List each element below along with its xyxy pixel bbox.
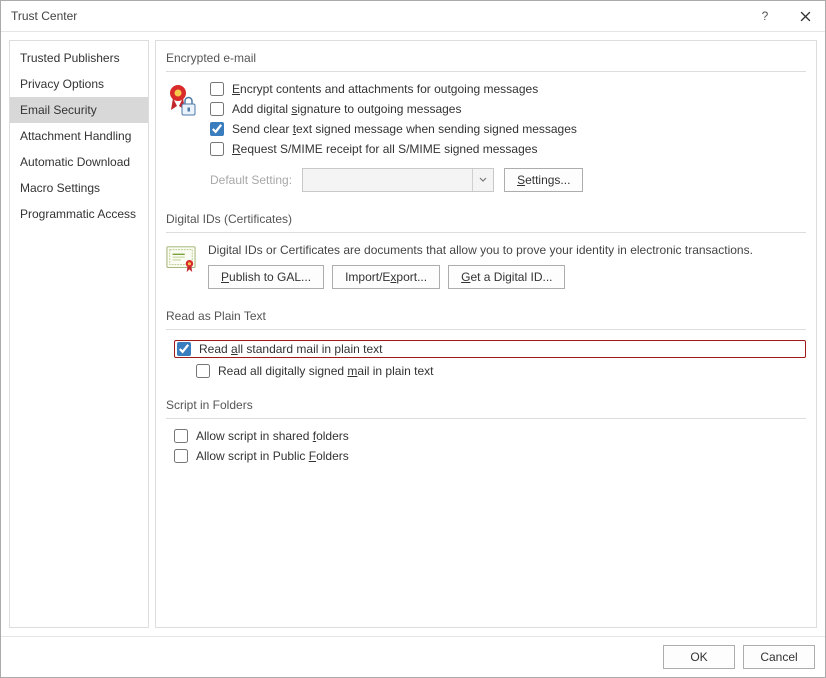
checkbox-label: Read all digitally signed mail in plain … — [218, 364, 433, 378]
section-script-folders: Script in Folders Allow script in shared… — [166, 394, 806, 463]
encrypted-options: Encrypt contents and attachments for out… — [210, 82, 806, 192]
ribbon-lock-icon — [166, 82, 196, 118]
checkbox-read-signed-plain[interactable]: Read all digitally signed mail in plain … — [196, 364, 806, 378]
sidebar-item-privacy-options[interactable]: Privacy Options — [10, 71, 148, 97]
checkbox-label: Add digital signature to outgoing messag… — [232, 102, 461, 116]
checkbox-label: Read all standard mail in plain text — [199, 342, 382, 356]
default-setting-row: Default Setting: Settings... — [210, 168, 806, 192]
close-icon — [800, 11, 811, 22]
get-digital-id-button[interactable]: Get a Digital ID... — [448, 265, 565, 289]
checkbox-label: Request S/MIME receipt for all S/MIME si… — [232, 142, 537, 156]
checkbox-input[interactable] — [210, 82, 224, 96]
checkbox-clear-text-signed[interactable]: Send clear text signed message when send… — [210, 122, 806, 136]
default-setting-combo[interactable] — [302, 168, 494, 192]
settings-button[interactable]: Settings... — [504, 168, 583, 192]
sidebar-item-attachment-handling[interactable]: Attachment Handling — [10, 123, 148, 149]
checkbox-label: Allow script in Public Folders — [196, 449, 349, 463]
checkbox-input[interactable] — [210, 142, 224, 156]
checkbox-encrypt-contents[interactable]: Encrypt contents and attachments for out… — [210, 82, 806, 96]
dialog-footer: OK Cancel — [1, 636, 825, 677]
checkbox-add-signature[interactable]: Add digital signature to outgoing messag… — [210, 102, 806, 116]
checkbox-input[interactable] — [174, 449, 188, 463]
highlight-box: Read all standard mail in plain text — [174, 340, 806, 358]
section-read-plain-text: Read as Plain Text Read all standard mai… — [166, 305, 806, 378]
help-icon: ? — [762, 9, 769, 23]
checkbox-input[interactable] — [174, 429, 188, 443]
script-options: Allow script in shared folders Allow scr… — [174, 429, 806, 463]
encrypted-row: Encrypt contents and attachments for out… — [166, 82, 806, 192]
sidebar-item-macro-settings[interactable]: Macro Settings — [10, 175, 148, 201]
help-button[interactable]: ? — [745, 1, 785, 31]
category-sidebar: Trusted Publishers Privacy Options Email… — [9, 40, 149, 628]
section-digital-ids: Digital IDs (Certificates) — [166, 208, 806, 289]
titlebar: Trust Center ? — [1, 1, 825, 32]
section-encrypted-email: Encrypted e-mail — [166, 47, 806, 192]
checkbox-input[interactable] — [210, 102, 224, 116]
checkbox-label: Allow script in shared folders — [196, 429, 349, 443]
checkbox-read-standard-plain[interactable]: Read all standard mail in plain text — [177, 342, 382, 356]
checkbox-script-shared[interactable]: Allow script in shared folders — [174, 429, 806, 443]
checkbox-input[interactable] — [177, 342, 191, 356]
section-title-digital-ids: Digital IDs (Certificates) — [166, 208, 806, 233]
digital-ids-col: Digital IDs or Certificates are document… — [208, 243, 806, 289]
checkbox-label: Encrypt contents and attachments for out… — [232, 82, 538, 96]
sidebar-item-automatic-download[interactable]: Automatic Download — [10, 149, 148, 175]
content-panel: Encrypted e-mail — [155, 40, 817, 628]
digital-ids-description: Digital IDs or Certificates are document… — [208, 243, 806, 257]
chevron-down-icon — [472, 169, 493, 191]
digital-ids-buttons: Publish to GAL... Import/Export... Get a… — [208, 265, 806, 289]
default-setting-label: Default Setting: — [210, 173, 292, 187]
checkbox-script-public[interactable]: Allow script in Public Folders — [174, 449, 806, 463]
dialog-body: Trusted Publishers Privacy Options Email… — [1, 32, 825, 636]
checkbox-smime-receipt[interactable]: Request S/MIME receipt for all S/MIME si… — [210, 142, 806, 156]
trust-center-window: Trust Center ? Trusted Publishers Privac… — [0, 0, 826, 678]
close-button[interactable] — [785, 1, 825, 31]
sidebar-item-email-security[interactable]: Email Security — [10, 97, 148, 123]
publish-to-gal-button[interactable]: Publish to GAL... — [208, 265, 324, 289]
import-export-button[interactable]: Import/Export... — [332, 265, 440, 289]
section-title-script: Script in Folders — [166, 394, 806, 419]
cancel-button[interactable]: Cancel — [743, 645, 815, 669]
certificate-icon — [166, 243, 196, 273]
window-title: Trust Center — [11, 9, 745, 23]
sidebar-item-trusted-publishers[interactable]: Trusted Publishers — [10, 45, 148, 71]
plain-text-options: Read all standard mail in plain text Rea… — [174, 340, 806, 378]
checkbox-input[interactable] — [210, 122, 224, 136]
digital-ids-row: Digital IDs or Certificates are document… — [166, 243, 806, 289]
section-title-plain-text: Read as Plain Text — [166, 305, 806, 330]
ok-button[interactable]: OK — [663, 645, 735, 669]
sidebar-item-programmatic-access[interactable]: Programmatic Access — [10, 201, 148, 227]
checkbox-label: Send clear text signed message when send… — [232, 122, 577, 136]
section-title-encrypted: Encrypted e-mail — [166, 47, 806, 72]
checkbox-input[interactable] — [196, 364, 210, 378]
